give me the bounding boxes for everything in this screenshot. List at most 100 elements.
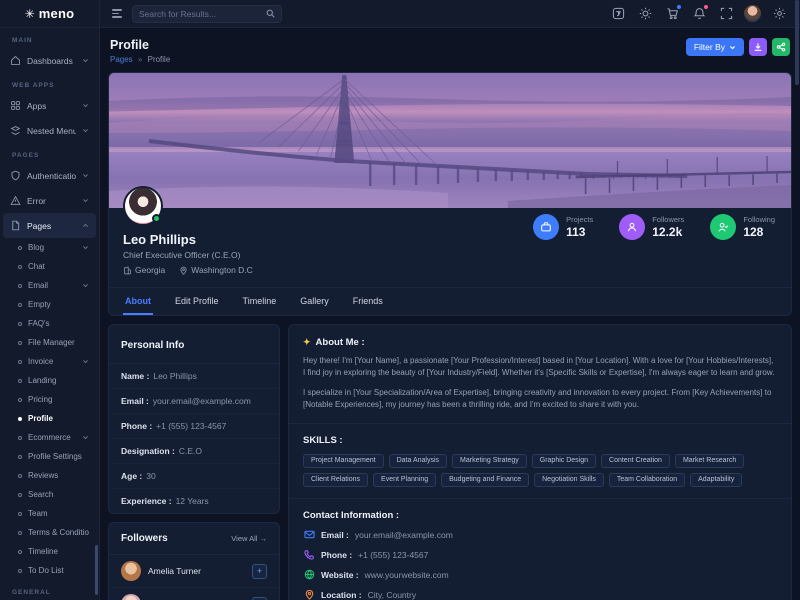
add-follower-button[interactable]: + bbox=[252, 597, 267, 600]
notifications-bell-icon[interactable] bbox=[690, 5, 708, 23]
tab-gallery[interactable]: Gallery bbox=[298, 288, 331, 315]
bullet-icon bbox=[18, 417, 22, 421]
add-follower-button[interactable]: + bbox=[252, 564, 267, 579]
filter-by-button[interactable]: Filter By bbox=[686, 38, 744, 56]
bullet-icon bbox=[18, 455, 22, 459]
sidebar-item-error[interactable]: Error bbox=[0, 188, 99, 213]
skill-chip[interactable]: Data Analysis bbox=[389, 454, 447, 468]
tab-timeline[interactable]: Timeline bbox=[241, 288, 279, 315]
language-icon[interactable] bbox=[609, 5, 627, 23]
personal-info-title: Personal Info bbox=[121, 340, 184, 351]
bullet-icon bbox=[18, 322, 22, 326]
bullet-icon bbox=[18, 436, 22, 440]
section-label-pages: PAGES bbox=[0, 143, 99, 163]
fullscreen-icon[interactable] bbox=[717, 5, 735, 23]
briefcase-icon bbox=[533, 214, 559, 240]
bullet-icon bbox=[18, 284, 22, 288]
globe-icon bbox=[303, 569, 315, 581]
search-input[interactable] bbox=[139, 9, 266, 19]
sidebar-item-invoice[interactable]: Invoice bbox=[0, 352, 99, 371]
download-button[interactable] bbox=[749, 38, 767, 56]
sidebar-item-reviews[interactable]: Reviews bbox=[0, 466, 99, 485]
sidebar-item-pages[interactable]: Pages bbox=[3, 213, 96, 238]
main-scrollbar-thumb[interactable] bbox=[795, 0, 799, 85]
contact-website: Website : www.yourwebsite.com bbox=[303, 569, 777, 581]
skill-chip[interactable]: Adaptability bbox=[690, 473, 742, 487]
skills-title: SKILLS : bbox=[303, 435, 777, 446]
settings-gear-icon[interactable] bbox=[770, 5, 788, 23]
chevron-down-icon bbox=[82, 172, 89, 179]
info-row-age: Age :30 bbox=[109, 464, 279, 489]
skill-chip[interactable]: Team Collaboration bbox=[609, 473, 685, 487]
tab-about[interactable]: About bbox=[123, 288, 153, 315]
sidebar-item-nested-menu[interactable]: Nested Menu bbox=[0, 118, 99, 143]
sidebar-toggle-icon[interactable] bbox=[112, 9, 122, 18]
sidebar-item-file-manager[interactable]: File Manager bbox=[0, 333, 99, 352]
tab-edit-profile[interactable]: Edit Profile bbox=[173, 288, 221, 315]
theme-sun-icon[interactable] bbox=[636, 5, 654, 23]
sparkle-icon: ✦ bbox=[303, 337, 311, 348]
sidebar-item-blog[interactable]: Blog bbox=[0, 238, 99, 257]
skill-chip[interactable]: Negotiation Skills bbox=[534, 473, 604, 487]
chevron-down-icon bbox=[82, 197, 89, 204]
avatar bbox=[121, 594, 141, 600]
brand-logo[interactable]: ✳ meno bbox=[0, 0, 100, 28]
chevron-down-icon bbox=[82, 127, 89, 134]
skill-chip[interactable]: Client Relations bbox=[303, 473, 368, 487]
sidebar-item-apps[interactable]: Apps bbox=[0, 93, 99, 118]
sidebar-item-terms[interactable]: Terms & Conditions bbox=[0, 523, 99, 542]
skill-chip[interactable]: Project Management bbox=[303, 454, 384, 468]
tab-friends[interactable]: Friends bbox=[351, 288, 385, 315]
skill-chip[interactable]: Event Planning bbox=[373, 473, 436, 487]
breadcrumb: Pages » Profile bbox=[110, 55, 170, 64]
chevron-down-icon bbox=[82, 358, 89, 365]
asterisk-icon: ✳ bbox=[25, 7, 35, 21]
user-icon bbox=[619, 214, 645, 240]
view-all-link[interactable]: View All → bbox=[231, 534, 267, 543]
sidebar-item-chat[interactable]: Chat bbox=[0, 257, 99, 276]
sidebar-item-todo[interactable]: To Do List bbox=[0, 561, 99, 580]
layers-icon bbox=[10, 125, 21, 136]
skill-chip[interactable]: Content Creation bbox=[601, 454, 670, 468]
sidebar-item-profile[interactable]: Profile bbox=[0, 409, 99, 428]
profile-tabs: About Edit Profile Timeline Gallery Frie… bbox=[109, 287, 791, 315]
user-avatar[interactable] bbox=[744, 5, 761, 22]
sidebar-item-authentication[interactable]: Authentication bbox=[0, 163, 99, 188]
cart-icon[interactable] bbox=[663, 5, 681, 23]
profile-avatar[interactable] bbox=[123, 186, 163, 226]
info-row-experience: Experience :12 Years bbox=[109, 489, 279, 513]
bullet-icon bbox=[18, 512, 22, 516]
stat-following: Following 128 bbox=[710, 214, 775, 240]
skill-chip[interactable]: Market Research bbox=[675, 454, 744, 468]
sidebar-item-ecommerce[interactable]: Ecommerce bbox=[0, 428, 99, 447]
sidebar-scrollbar-thumb[interactable] bbox=[95, 545, 98, 595]
sidebar-item-faqs[interactable]: FAQ's bbox=[0, 314, 99, 333]
breadcrumb-pages[interactable]: Pages bbox=[110, 55, 133, 64]
sidebar-item-search[interactable]: Search bbox=[0, 485, 99, 504]
skill-chip[interactable]: Budgeting and Finance bbox=[441, 473, 529, 487]
sidebar-item-timeline[interactable]: Timeline bbox=[0, 542, 99, 561]
envelope-icon bbox=[303, 529, 315, 541]
sidebar-item-dashboards[interactable]: Dashboards bbox=[0, 48, 99, 73]
page-icon bbox=[10, 220, 21, 231]
sidebar-item-profile-settings[interactable]: Profile Settings bbox=[0, 447, 99, 466]
sidebar-item-pricing[interactable]: Pricing bbox=[0, 390, 99, 409]
sidebar-item-landing[interactable]: Landing bbox=[0, 371, 99, 390]
shield-icon bbox=[10, 170, 21, 181]
sidebar-item-team[interactable]: Team bbox=[0, 504, 99, 523]
sidebar-item-empty[interactable]: Empty bbox=[0, 295, 99, 314]
app-header: ✳ meno bbox=[0, 0, 800, 28]
divider bbox=[289, 423, 791, 424]
skill-chip[interactable]: Graphic Design bbox=[532, 454, 596, 468]
search-icon[interactable] bbox=[266, 9, 275, 18]
phone-icon bbox=[303, 549, 315, 561]
sidebar-item-email[interactable]: Email bbox=[0, 276, 99, 295]
share-button[interactable] bbox=[772, 38, 790, 56]
map-pin-icon bbox=[303, 589, 315, 600]
about-paragraph: I specialize in [Your Specialization/Are… bbox=[303, 387, 777, 412]
bullet-icon bbox=[18, 265, 22, 269]
profile-company: Georgia bbox=[123, 265, 165, 275]
divider bbox=[289, 498, 791, 499]
followers-card: Followers View All → Amelia Turner + Hen… bbox=[108, 522, 280, 600]
skill-chip[interactable]: Marketing Strategy bbox=[452, 454, 527, 468]
